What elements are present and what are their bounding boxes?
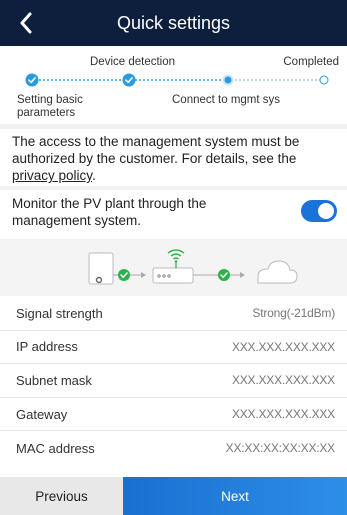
privacy-policy-link[interactable]: privacy policy [12,168,92,183]
cloud-icon [257,260,298,284]
footer-actions: Previous Next [0,477,347,515]
monitor-setting-row: Monitor the PV plant through the managem… [12,195,337,235]
network-info-list: Signal strength Strong(-21dBm) IP addres… [0,297,347,465]
subnet-mask-value: XXX.XXX.XXX.XXX [231,373,335,388]
previous-button[interactable]: Previous [0,477,123,515]
toggle-knob [318,203,334,219]
connection-diagram [0,239,347,296]
step-label-connect-mgmt: Connect to mgmt sys [172,94,281,106]
signal-strength-label: Signal strength [16,305,103,321]
inverter-icon [88,252,114,285]
step-dot-connect-current [222,74,234,86]
gateway-label: Gateway [16,406,68,422]
title-bar: Quick settings [0,0,347,46]
connection-diagram-graphic [88,249,298,285]
info-row-gateway: Gateway XXX.XXX.XXX.XXX [0,398,347,432]
section-divider [0,124,347,129]
back-button[interactable] [12,9,40,37]
notice-text: The access to the management system must… [12,134,300,166]
step-label-setting-basic: Setting basic parameters [17,94,83,119]
step-label-completed: Completed [283,56,339,68]
monitor-label: Monitor the PV plant through the managem… [12,196,207,228]
signal-strength-value: Strong(-21dBm) [252,306,335,321]
ip-address-label: IP address [16,339,78,355]
info-row-subnet: Subnet mask XXX.XXX.XXX.XXX [0,364,347,398]
notice-suffix: . [92,168,96,183]
mac-address-label: MAC address [16,440,95,456]
subnet-mask-label: Subnet mask [16,372,92,388]
check-icon [218,269,230,281]
next-button[interactable]: Next [123,477,347,515]
step-dot-detection-done [122,73,136,87]
info-row-mac: MAC address XX:XX:XX:XX:XX:XX [0,431,347,465]
step-track [31,79,325,81]
step-dot-basic-done [25,73,39,87]
progress-stepper: Device detection Completed Setting basic… [0,46,347,124]
mac-address-value: XX:XX:XX:XX:XX:XX [225,441,336,456]
router-wifi-icon [152,249,194,284]
info-row-ip: IP address XXX.XXX.XXX.XXX [0,331,347,365]
monitor-toggle[interactable] [301,200,337,222]
ip-address-value: XXX.XXX.XXX.XXX [231,339,335,354]
authorization-notice: The access to the management system must… [12,133,340,184]
gateway-value: XXX.XXX.XXX.XXX [231,407,335,422]
section-divider [0,186,347,190]
step-dot-completed-pending [319,75,329,85]
step-label-device-detection: Device detection [90,56,176,68]
check-icon [118,269,130,281]
info-row-signal: Signal strength Strong(-21dBm) [0,297,347,331]
page-title: Quick settings [116,12,231,33]
chevron-left-icon [20,12,32,34]
